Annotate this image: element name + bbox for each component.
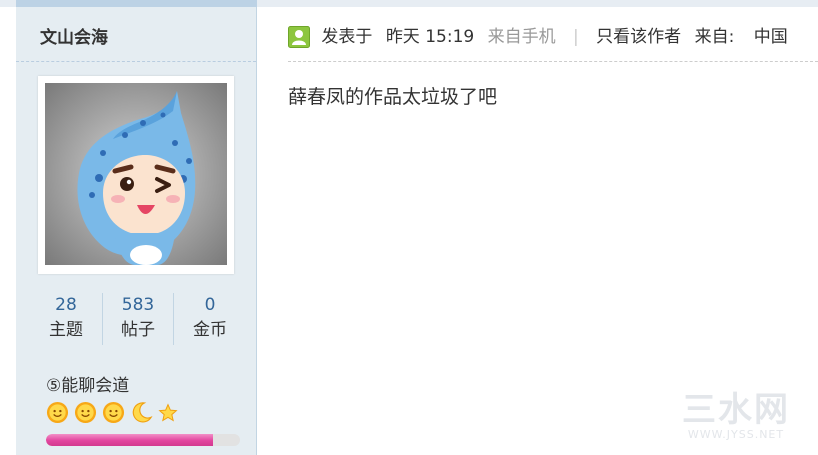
post-time: 昨天 15:19: [385, 27, 475, 47]
posted-label: 发表于: [321, 27, 373, 47]
post-header-divider: [288, 61, 818, 62]
level-progress-fill: [46, 434, 213, 446]
star-icon: [158, 403, 178, 422]
stat-coins-value: 0: [204, 295, 216, 315]
user-group-link[interactable]: ⑤能聊会道: [46, 371, 129, 396]
post-content: 薛春凤的作品太垃圾了吧: [288, 86, 498, 108]
watermark: 三水网 WWW.JYSS.NET: [672, 392, 800, 442]
stat-topics-label: 主题: [49, 320, 83, 340]
level-icons: [46, 401, 178, 427]
moon-icon: [132, 402, 153, 423]
from-label: 来自:: [694, 27, 735, 47]
avatar-image: [45, 83, 227, 265]
stat-topics-value: 28: [55, 295, 77, 315]
level-progress-bar: [46, 434, 240, 446]
sun-icon: [75, 401, 97, 424]
watermark-title: 三水网: [682, 390, 790, 430]
author-sidebar: 文山会海 28 主题 583 帖子 0 金币 ⑤能聊会道: [16, 0, 257, 455]
avatar[interactable]: [38, 76, 234, 274]
stat-topics[interactable]: 28 主题: [30, 290, 102, 346]
sidebar-top-bar: [16, 0, 257, 7]
watermark-url: WWW.JYSS.NET: [687, 428, 785, 441]
post-header: 发表于 昨天 15:19 来自手机 | 只看该作者 来自: 中国: [288, 24, 818, 50]
stat-posts[interactable]: 583 帖子: [102, 290, 174, 346]
author-username[interactable]: 文山会海: [40, 23, 108, 48]
stat-posts-label: 帖子: [121, 320, 155, 340]
user-online-icon: [288, 26, 310, 48]
post-source: 来自手机: [487, 27, 556, 47]
header-separator: |: [573, 27, 579, 47]
sidebar-divider: [16, 61, 256, 62]
sun-icon: [46, 401, 69, 424]
sun-icon: [103, 401, 125, 424]
only-author-link[interactable]: 只看该作者: [596, 24, 681, 50]
author-stats: 28 主题 583 帖子 0 金币: [30, 290, 246, 346]
stat-coins-label: 金币: [193, 320, 227, 340]
from-value: 中国: [753, 27, 788, 47]
stat-posts-value: 583: [121, 295, 155, 315]
stat-coins[interactable]: 0 金币: [174, 290, 246, 346]
